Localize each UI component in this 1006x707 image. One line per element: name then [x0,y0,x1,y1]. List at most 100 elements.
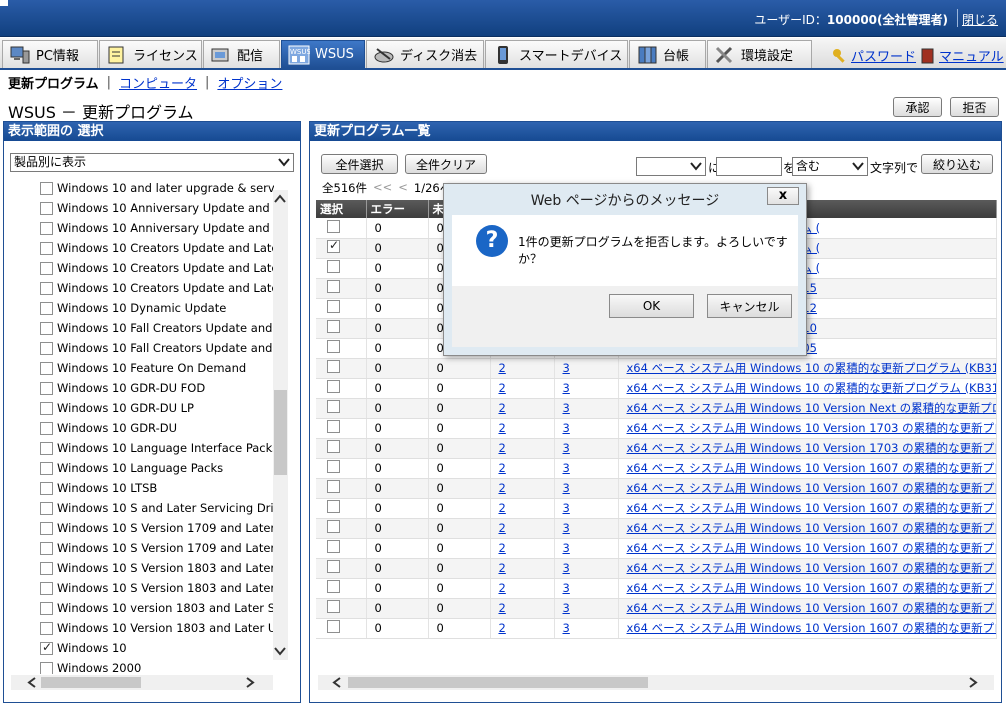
update-title-link[interactable]: x64 ベース システム用 Windows 10 Version 1607 の累… [618,598,997,619]
table-row[interactable]: 0 0 2 3 x64 ベース システム用 Windows 10 Version 170… [316,438,997,459]
update-title-link[interactable]: x64 ベース システム用 Windows 10 の累積的な更新プログラム (K… [618,378,997,399]
count-link-a[interactable]: 2 [490,518,555,539]
close-link[interactable]: 閉じる [962,11,998,28]
product-checkbox[interactable] [40,321,53,335]
chevron-down-icon[interactable] [274,646,287,656]
row-checkbox[interactable] [327,480,340,493]
row-checkbox[interactable] [327,440,340,453]
count-link-a[interactable]: 2 [490,418,555,439]
count-link-b[interactable]: 3 [554,358,619,379]
product-item[interactable]: Windows 10 Language Interface Packs [40,438,274,458]
chevron-right-icon[interactable] [968,677,978,688]
product-item[interactable]: Windows 10 Creators Update and Later Se [40,238,274,258]
scroll-thumb[interactable] [41,677,141,688]
menu-pc-info[interactable]: PC情報 [2,40,98,68]
table-row[interactable]: 0 0 2 3 x64 ベース システム用 Windows 10 Version 160… [316,538,997,559]
product-checkbox[interactable] [40,221,53,235]
menu-ledger[interactable]: 台帳 [629,40,706,68]
product-checkbox[interactable] [40,201,53,215]
update-title-link[interactable]: x64 ベース システム用 Windows 10 Version 1607 の累… [618,458,997,479]
product-item[interactable]: Windows 10 GDR-DU FOD [40,378,274,398]
reject-button[interactable]: 拒否 [950,97,999,117]
approve-button[interactable]: 承認 [893,97,942,117]
row-checkbox[interactable] [327,280,340,293]
table-row[interactable]: 0 0 2 3 x64 ベース システム用 Windows 10 の累積的な更新プログラ… [316,378,997,399]
update-title-link[interactable]: x64 ベース システム用 Windows 10 Version 1607 の累… [618,478,997,499]
count-link-b[interactable]: 3 [554,458,619,479]
col-select[interactable]: 選択 [316,200,367,218]
product-item[interactable]: Windows 10 [40,638,274,658]
count-link-b[interactable]: 3 [554,618,619,639]
product-item[interactable]: Windows 10 S Version 1709 and Later Serv [40,518,274,538]
count-link-a[interactable]: 2 [490,578,555,599]
product-checkbox[interactable] [40,521,53,535]
col-error[interactable]: エラー [366,200,429,218]
product-item[interactable]: Windows 10 Fall Creators Update and Late [40,338,274,358]
count-link-b[interactable]: 3 [554,558,619,579]
product-item[interactable]: Windows 10 Feature On Demand [40,358,274,378]
row-checkbox[interactable] [327,380,340,393]
product-checkbox[interactable] [40,401,53,415]
count-link-a[interactable]: 2 [490,618,555,639]
chevron-left-icon[interactable] [27,677,37,688]
count-link-a[interactable]: 2 [490,438,555,459]
table-row[interactable]: 0 0 2 3 x64 ベース システム用 Windows 10 Version 160… [316,478,997,499]
row-checkbox[interactable] [327,500,340,513]
count-link-b[interactable]: 3 [554,498,619,519]
count-link-b[interactable]: 3 [554,418,619,439]
update-title-link[interactable]: x64 ベース システム用 Windows 10 Version 1607 の累… [618,558,997,579]
product-item[interactable]: Windows 10 Anniversary Update and Later [40,218,274,238]
product-checkbox[interactable] [40,341,53,355]
scroll-thumb[interactable] [348,677,648,688]
product-item[interactable]: Windows 10 Creators Update and Later Up [40,278,274,298]
product-item[interactable]: Windows 10 S Version 1803 and Later Serv [40,558,274,578]
count-link-a[interactable]: 2 [490,378,555,399]
pager-first[interactable]: << [373,180,392,196]
count-link-b[interactable]: 3 [554,598,619,619]
count-link-a[interactable]: 2 [490,598,555,619]
product-item[interactable]: Windows 10 S Version 1709 and Later Upg [40,538,274,558]
count-link-b[interactable]: 3 [554,378,619,399]
menu-settings[interactable]: 環境設定 [707,40,812,68]
scroll-thumb[interactable] [274,390,287,475]
row-checkbox[interactable] [327,260,340,273]
chevron-right-icon[interactable] [245,677,255,688]
product-item[interactable]: Windows 10 and later upgrade & servicing [40,178,274,198]
password-link[interactable]: パスワード [832,46,916,65]
product-item[interactable]: Windows 10 S and Later Servicing Drivers [40,498,274,518]
menu-smart-device[interactable]: スマートデバイス [485,40,628,68]
product-item[interactable]: Windows 10 LTSB [40,478,274,498]
row-checkbox[interactable] [327,320,340,333]
update-title-link[interactable]: x64 ベース システム用 Windows 10 Version 1607 の累… [618,538,997,559]
ok-button[interactable]: OK [609,294,694,318]
menu-disk-erase[interactable]: ディスク消去 [366,40,484,68]
table-row[interactable]: 0 0 2 3 x64 ベース システム用 Windows 10 Version Nex… [316,398,997,419]
product-item[interactable]: Windows 10 Anniversary Update and Later [40,198,274,218]
subnav-option-link[interactable]: オプション [217,73,282,92]
table-row[interactable]: 0 0 2 3 x64 ベース システム用 Windows 10 Version 160… [316,458,997,479]
count-link-a[interactable]: 2 [490,498,555,519]
cancel-button[interactable]: キャンセル [707,294,792,318]
count-link-a[interactable]: 2 [490,458,555,479]
subnav-computer-link[interactable]: コンピュータ [119,73,197,92]
update-title-link[interactable]: x64 ベース システム用 Windows 10 Version 1703 の累… [618,438,997,459]
clear-all-button[interactable]: 全件クリア [405,154,487,174]
table-row[interactable]: 0 0 2 3 x64 ベース システム用 Windows 10 Version 160… [316,578,997,599]
row-checkbox[interactable] [327,420,340,433]
update-title-link[interactable]: x64 ベース システム用 Windows 10 の累積的な更新プログラム (K… [618,358,997,379]
product-item[interactable]: Windows 10 Fall Creators Update and Late [40,318,274,338]
manual-link[interactable]: マニュアル [920,46,1004,65]
menu-deploy[interactable]: 配信 [203,40,280,68]
product-checkbox[interactable] [40,301,53,315]
row-checkbox[interactable] [327,560,340,573]
filter-button[interactable]: 絞り込む [921,154,993,174]
product-checkbox[interactable] [40,621,53,635]
product-checkbox[interactable] [40,501,53,515]
row-checkbox[interactable] [327,340,340,353]
product-list-hscroll[interactable] [11,675,273,690]
product-checkbox[interactable] [40,241,53,255]
row-checkbox[interactable] [327,600,340,613]
dialog-close-button[interactable]: x [767,187,799,205]
row-checkbox[interactable] [327,219,340,233]
update-title-link[interactable]: x64 ベース システム用 Windows 10 Version Next の累… [618,398,997,419]
